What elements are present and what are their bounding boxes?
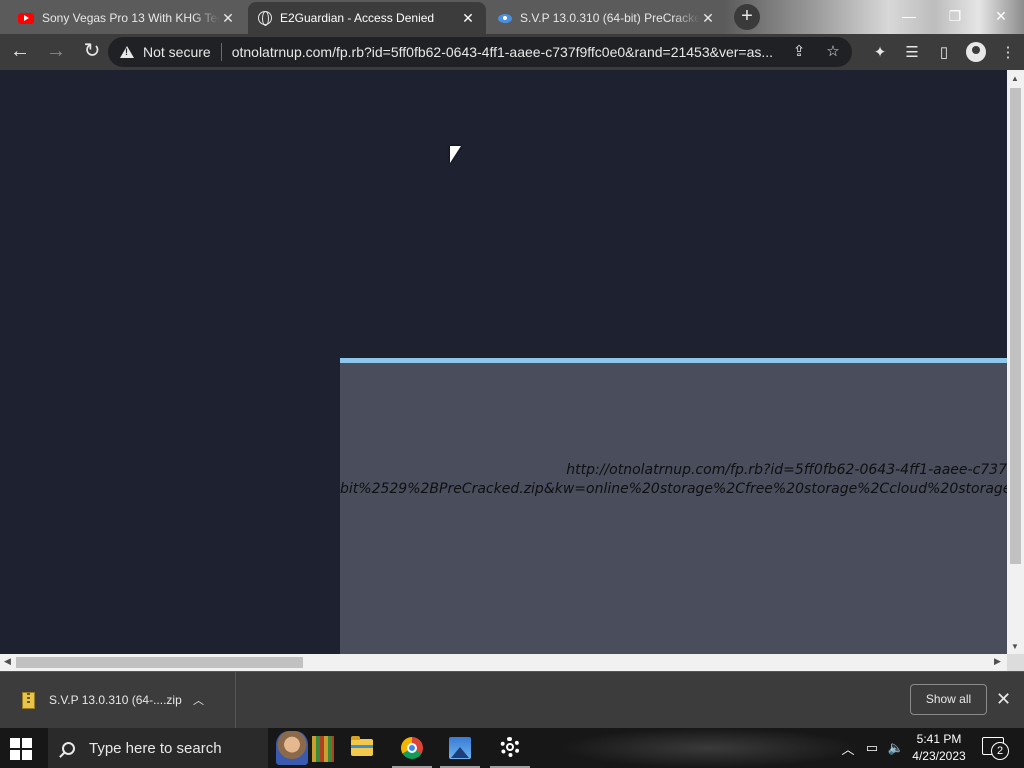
screen: Sony Vegas Pro 13 With KHG Tec ✕ E2Guard… xyxy=(0,0,1024,768)
forward-button[interactable]: → xyxy=(40,36,72,68)
tab-e2guardian[interactable]: E2Guardian - Access Denied ✕ xyxy=(248,2,486,34)
new-tab-button[interactable]: + xyxy=(734,4,760,30)
browser-toolbar: ← → ↻ Not secure otnolatrnup.com/fp.rb?i… xyxy=(0,34,1024,70)
clock-date: 4/23/2023 xyxy=(912,749,966,763)
scrollbar-corner xyxy=(1007,654,1024,671)
tab-strip: Sony Vegas Pro 13 With KHG Tec ✕ E2Guard… xyxy=(0,0,1024,34)
tab-close-icon[interactable]: ✕ xyxy=(460,10,476,27)
windows-start-icon[interactable] xyxy=(10,738,32,760)
toolbar-right: ✦ ☰ ▯ ⋮ xyxy=(864,34,1024,70)
vertical-scroll-thumb[interactable] xyxy=(1010,88,1021,564)
scroll-down-icon[interactable]: ▼ xyxy=(1011,642,1019,651)
globe-icon xyxy=(258,11,272,26)
tab-close-icon[interactable]: ✕ xyxy=(700,10,716,27)
zip-file-icon xyxy=(22,691,35,709)
tab-close-icon[interactable]: ✕ xyxy=(220,10,236,27)
menu-icon[interactable]: ⋮ xyxy=(992,43,1024,61)
search-icon xyxy=(62,741,75,755)
taskbar-search[interactable]: Type here to search xyxy=(48,728,268,768)
clock-time: 5:41 PM xyxy=(916,732,962,746)
tab-title: S.V.P 13.0.310 (64-bit) PreCracke xyxy=(520,11,700,25)
back-button[interactable]: ← xyxy=(4,36,36,68)
tab-title: E2Guardian - Access Denied xyxy=(280,11,435,25)
redirect-url: http://otnolatrnup.com/fp.rb?id=5ff0fb62… xyxy=(340,461,1007,499)
photos-icon xyxy=(449,737,471,759)
profile-icon[interactable] xyxy=(966,42,986,62)
eye-icon xyxy=(498,13,512,23)
tab-svp-precracked[interactable]: S.V.P 13.0.310 (64-bit) PreCracke ✕ xyxy=(488,2,726,34)
window-controls: — ❐ ✕ xyxy=(886,0,1024,34)
content-panel: http://otnolatrnup.com/fp.rb?id=5ff0fb62… xyxy=(340,358,1007,654)
taskbar-settings[interactable] xyxy=(486,728,534,768)
system-tray: ︿ ▭ 🔈 xyxy=(836,728,908,768)
search-placeholder: Type here to search xyxy=(89,739,222,757)
redirect-url-line-1: http://otnolatrnup.com/fp.rb?id=5ff0fb62… xyxy=(566,462,1007,478)
page-content: http://otnolatrnup.com/fp.rb?id=5ff0fb62… xyxy=(0,70,1007,654)
scroll-left-icon[interactable]: ◀ xyxy=(4,656,11,667)
chevron-up-icon[interactable]: ︿ xyxy=(836,739,860,758)
clock[interactable]: 5:41 PM 4/23/2023 xyxy=(906,731,972,765)
download-shelf: S.V.P 13.0.310 (64-....zip ︿ Show all ✕ xyxy=(0,671,1024,728)
minimize-button[interactable]: — xyxy=(886,0,932,34)
scroll-up-icon[interactable]: ▲ xyxy=(1011,74,1019,83)
horizontal-scroll-thumb[interactable] xyxy=(16,657,303,668)
bookmark-star-icon[interactable]: ☆ xyxy=(824,43,842,61)
mouse-cursor-icon xyxy=(450,146,461,163)
vertical-scrollbar[interactable]: ▲ ▼ xyxy=(1007,70,1024,654)
extensions-icon[interactable]: ✦ xyxy=(864,43,896,61)
chevron-up-icon[interactable]: ︿ xyxy=(193,692,204,708)
reading-list-icon[interactable]: ☰ xyxy=(896,43,928,61)
redirect-url-line-2: bit%2529%2BPreCracked.zip&kw=online%20st… xyxy=(340,481,1007,497)
folder-icon xyxy=(351,736,373,756)
gear-icon xyxy=(500,737,520,757)
taskbar-app-character[interactable] xyxy=(266,728,314,768)
network-icon[interactable]: ▭ xyxy=(860,740,884,756)
reload-button[interactable]: ↻ xyxy=(76,36,108,68)
notification-badge: 2 xyxy=(991,742,1009,760)
url-text[interactable]: otnolatrnup.com/fp.rb?id=5ff0fb62-0643-4… xyxy=(232,44,784,60)
tab-sony-vegas[interactable]: Sony Vegas Pro 13 With KHG Tec ✕ xyxy=(8,2,246,34)
close-window-button[interactable]: ✕ xyxy=(978,0,1024,34)
taskbar: Type here to search ︿ ▭ 🔈 5:41 PM 4/23/2… xyxy=(0,728,1024,768)
show-all-button[interactable]: Show all xyxy=(910,684,987,715)
volume-icon[interactable]: 🔈 xyxy=(884,740,908,756)
taskbar-file-explorer[interactable] xyxy=(338,728,386,768)
horizontal-scrollbar[interactable]: ◀ ▶ xyxy=(0,654,1007,671)
side-panel-icon[interactable]: ▯ xyxy=(928,43,960,61)
taskbar-photos[interactable] xyxy=(436,728,484,768)
taskbar-background xyxy=(560,728,860,768)
scroll-right-icon[interactable]: ▶ xyxy=(994,656,1001,667)
taskbar-app-books[interactable] xyxy=(308,728,338,768)
download-item[interactable]: S.V.P 13.0.310 (64-....zip ︿ xyxy=(0,672,236,728)
books-icon xyxy=(312,736,334,762)
divider xyxy=(220,43,222,61)
youtube-icon xyxy=(18,12,34,24)
address-bar[interactable]: Not secure otnolatrnup.com/fp.rb?id=5ff0… xyxy=(108,37,852,67)
download-filename[interactable]: S.V.P 13.0.310 (64-....zip xyxy=(49,693,189,707)
maximize-button[interactable]: ❐ xyxy=(932,0,978,34)
chrome-icon xyxy=(401,737,423,759)
taskbar-chrome[interactable] xyxy=(388,728,436,768)
character-avatar-icon xyxy=(276,731,308,765)
warning-icon[interactable] xyxy=(120,46,134,58)
security-label[interactable]: Not secure xyxy=(143,44,211,60)
tab-title: Sony Vegas Pro 13 With KHG Tec xyxy=(42,11,220,25)
close-icon[interactable]: ✕ xyxy=(996,689,1011,710)
share-icon[interactable]: ⇪ xyxy=(790,43,808,61)
